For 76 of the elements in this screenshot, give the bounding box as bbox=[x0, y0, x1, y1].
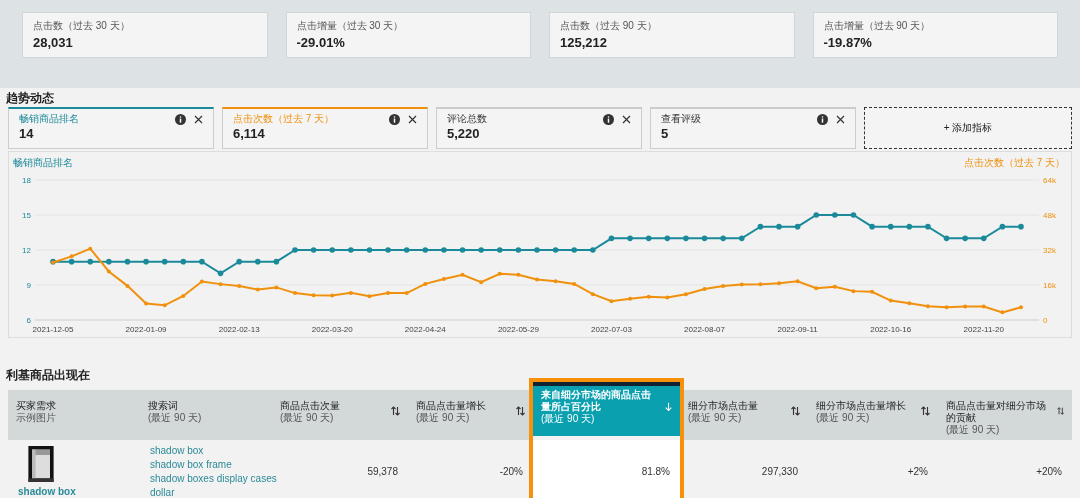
sort-icon[interactable] bbox=[921, 406, 930, 416]
metric-label: 点击次数（过去 7 天） bbox=[233, 112, 335, 126]
search-term-link[interactable]: shadow box frame bbox=[150, 458, 232, 471]
metric-card[interactable]: 查看评级 5 bbox=[650, 107, 856, 149]
axis-tick-label: 2021-12-05 bbox=[32, 325, 74, 334]
axis-tick-label: 2022-02-13 bbox=[218, 325, 260, 334]
metric-label: 点击增量（过去 30 天） bbox=[296, 19, 404, 33]
search-term-link[interactable]: dollar bbox=[150, 486, 175, 498]
axis-tick-label: 2022-09-11 bbox=[777, 325, 818, 334]
axis-tick-label: 2022-07-03 bbox=[591, 325, 632, 334]
axis-tick-label: 15 bbox=[22, 211, 31, 220]
axis-tick-label: 0 bbox=[1043, 316, 1048, 325]
axis-tick-label: 16k bbox=[1043, 281, 1056, 290]
sort-icon[interactable] bbox=[1056, 406, 1064, 416]
product-link[interactable]: shadow box bbox=[18, 486, 76, 497]
axis-tick-label: 64k bbox=[1043, 176, 1056, 185]
axis-tick-label: 2022-01-09 bbox=[125, 325, 167, 334]
sort-icon[interactable] bbox=[791, 406, 800, 416]
close-icon[interactable] bbox=[622, 115, 631, 124]
info-icon[interactable] bbox=[175, 114, 186, 125]
close-icon[interactable] bbox=[408, 115, 417, 124]
right-axis-title: 点击次数（过去 7 天） bbox=[963, 157, 1065, 168]
metric-value: -29.01% bbox=[296, 35, 345, 50]
metric-label: 点击数（过去 90 天） bbox=[560, 19, 657, 33]
section-title: 趋势动态 bbox=[6, 91, 54, 105]
metric-label: 畅销商品排名 bbox=[19, 112, 79, 126]
metric-value: 5 bbox=[661, 126, 669, 141]
column-header[interactable]: 细分市场点击量增长 (最近 90 天) bbox=[808, 390, 938, 440]
axis-tick-label: 2022-04-24 bbox=[404, 325, 446, 334]
column-header[interactable]: 商品点击量对细分市场的贡献 (最近 90 天) bbox=[938, 390, 1072, 440]
close-icon[interactable] bbox=[194, 115, 203, 124]
axis-tick-label: 2022-10-16 bbox=[870, 325, 912, 334]
close-icon[interactable] bbox=[836, 115, 845, 124]
metric-value: 6,114 bbox=[233, 126, 265, 141]
metric-label: 查看评级 bbox=[661, 112, 701, 126]
metric-label: 点击数（过去 30 天） bbox=[33, 19, 130, 33]
column-header[interactable]: 买家需求 示例图片 bbox=[8, 390, 140, 440]
axis-tick-label: 2022-03-20 bbox=[311, 325, 353, 334]
table-cell: 59,378 bbox=[367, 466, 398, 477]
axis-tick-label: 9 bbox=[26, 281, 31, 290]
metric-card[interactable]: 评论总数 5,220 bbox=[436, 107, 642, 149]
info-icon[interactable] bbox=[603, 114, 614, 125]
section-title: 利基商品出现在 bbox=[6, 368, 90, 382]
metric-label: 点击增量（过去 90 天） bbox=[823, 19, 931, 33]
info-icon[interactable] bbox=[817, 114, 828, 125]
metric-value: 125,212 bbox=[560, 35, 607, 50]
metric-value: 14 bbox=[19, 126, 34, 141]
axis-tick-label: 6 bbox=[26, 316, 31, 325]
axis-tick-label: 12 bbox=[22, 246, 31, 255]
metric-label: 评论总数 bbox=[447, 112, 487, 126]
add-metric-button[interactable]: + 添加指标 bbox=[864, 107, 1072, 149]
axis-tick-label: 2022-08-07 bbox=[684, 325, 725, 334]
metric-value: -19.87% bbox=[823, 35, 872, 50]
table-cell: +20% bbox=[1036, 466, 1062, 477]
table-cell: 81.8% bbox=[641, 466, 670, 477]
search-term-link[interactable]: shadow boxes display cases bbox=[150, 472, 277, 485]
axis-tick-label: 48k bbox=[1043, 211, 1056, 220]
table-cell: -20% bbox=[499, 466, 523, 477]
metric-value: 5,220 bbox=[447, 126, 480, 141]
axis-tick-label: 2022-11-20 bbox=[963, 325, 1004, 334]
axis-tick-label: 2022-05-29 bbox=[497, 325, 539, 334]
info-icon[interactable] bbox=[389, 114, 400, 125]
metric-card[interactable]: 点击次数（过去 7 天） 6,114 bbox=[222, 107, 428, 149]
axis-tick-label: 32k bbox=[1043, 246, 1056, 255]
table-cell: 297,330 bbox=[761, 466, 798, 477]
metric-value: 28,031 bbox=[33, 35, 73, 50]
metric-card[interactable]: 畅销商品排名 14 bbox=[8, 107, 214, 149]
sort-descending-icon[interactable] bbox=[664, 401, 672, 413]
sort-icon[interactable] bbox=[391, 406, 400, 416]
table-cell: +2% bbox=[907, 466, 928, 477]
search-term-link[interactable]: shadow box bbox=[150, 444, 204, 457]
sort-icon[interactable] bbox=[516, 406, 525, 416]
column-header[interactable]: 商品点击次量 (最近 90 天) bbox=[272, 390, 408, 440]
left-axis-title: 畅销商品排名 bbox=[13, 157, 73, 168]
axis-tick-label: 18 bbox=[22, 176, 31, 185]
column-header[interactable]: 搜索词 (最近 90 天) bbox=[140, 390, 272, 440]
